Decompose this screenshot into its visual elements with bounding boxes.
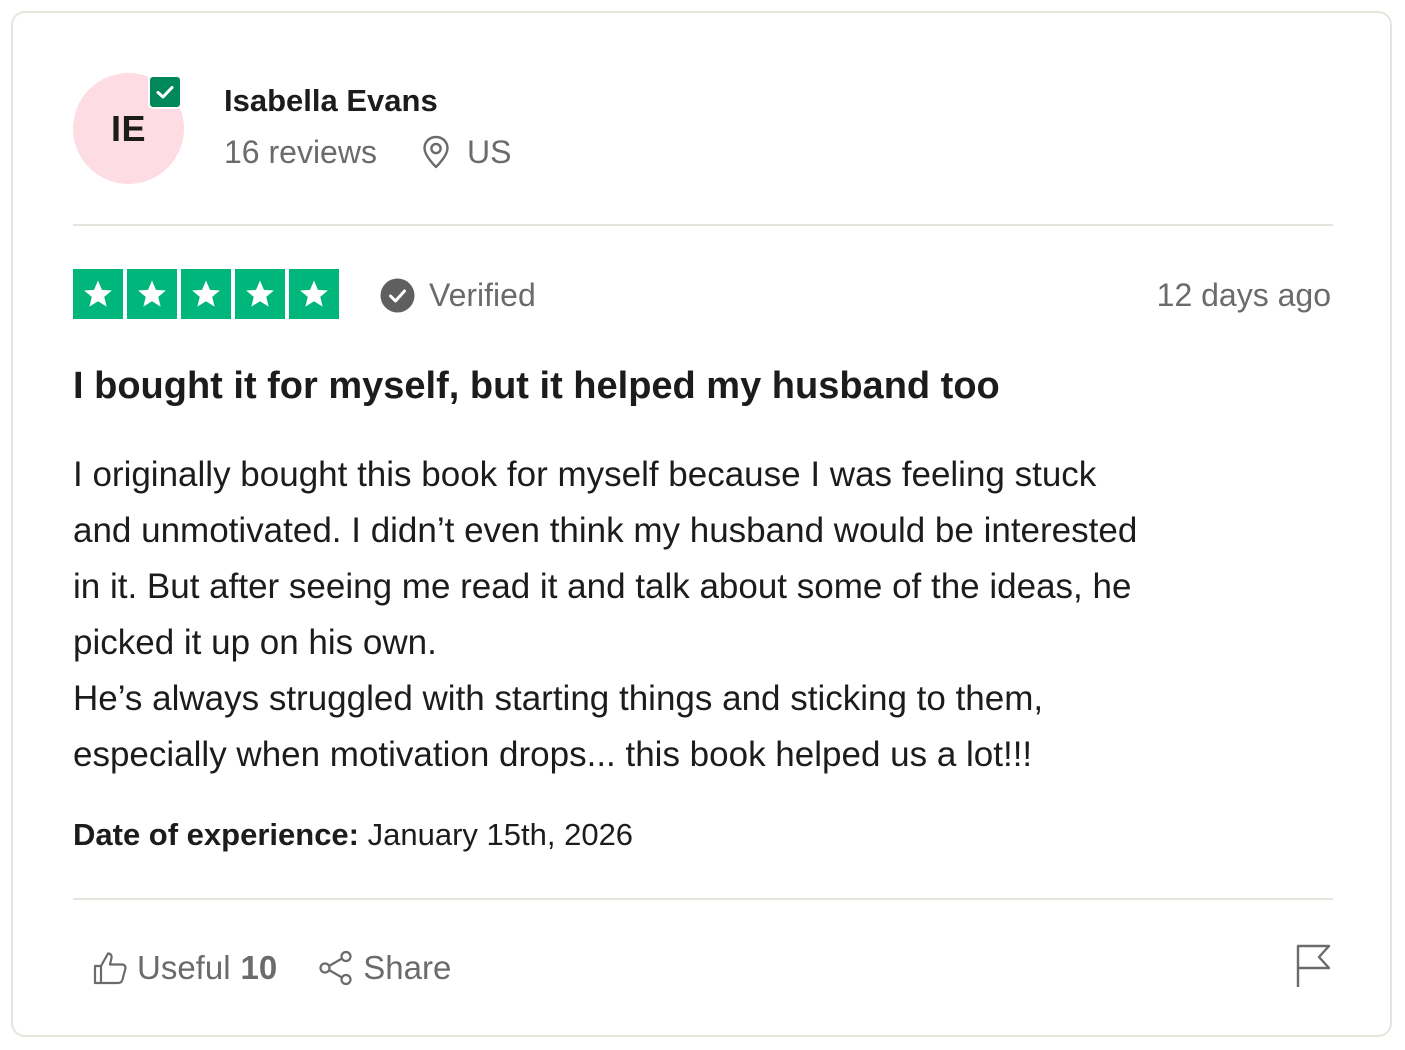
star-rating	[73, 269, 339, 319]
useful-count: 10	[240, 949, 278, 986]
star-icon	[300, 280, 328, 307]
verified-label[interactable]: Verified	[380, 275, 536, 315]
review-card-content: IE Isabella Evans 16 reviews US Verified…	[73, 13, 1333, 1035]
share-button[interactable]: Share	[317, 949, 451, 987]
header-divider	[73, 224, 1333, 226]
flag-icon	[1296, 944, 1331, 987]
check-circle-icon	[380, 278, 415, 312]
star	[289, 269, 339, 319]
star-icon	[138, 280, 166, 307]
reviewer-name[interactable]: Isabella Evans	[224, 83, 438, 119]
reviewer-meta: 16 reviews US	[224, 132, 511, 172]
review-actions: Useful 10 Share	[91, 944, 451, 992]
review-body-line: He’s always struggled with starting thin…	[73, 679, 1044, 718]
avatar[interactable]: IE	[73, 73, 184, 184]
useful-button[interactable]: Useful 10	[91, 949, 277, 987]
review-title[interactable]: I bought it for myself, but it helped my…	[73, 365, 1343, 408]
review-body-line: especially when motivation drops... this…	[73, 735, 1033, 774]
useful-label: Useful	[137, 949, 231, 986]
thumbs-up-icon	[93, 952, 127, 985]
review-card: IE Isabella Evans 16 reviews US Verified…	[11, 11, 1392, 1037]
star-icon	[246, 280, 274, 307]
footer-divider	[73, 898, 1333, 900]
date-of-experience-value: January 15th, 2026	[367, 817, 634, 852]
review-posted-date: 12 days ago	[1156, 277, 1331, 313]
date-of-experience-label: Date of experience:	[73, 817, 359, 852]
review-body-line: picked it up on his own.	[73, 623, 437, 662]
star	[235, 269, 285, 319]
star-icon	[192, 280, 220, 307]
star	[73, 269, 123, 319]
share-label: Share	[363, 949, 452, 986]
star-icon	[84, 280, 112, 307]
star	[127, 269, 177, 319]
date-of-experience: Date of experience: January 15th, 2026	[73, 817, 633, 853]
share-icon	[319, 950, 352, 986]
review-body-line: and unmotivated. I didn’t even think my …	[73, 511, 1138, 550]
review-body-line: in it. But after seeing me read it and t…	[73, 567, 1132, 606]
review-body: I originally bought this book for myself…	[73, 447, 1345, 783]
reviewer-country: US	[466, 133, 512, 170]
review-body-line: I originally bought this book for myself…	[73, 455, 1097, 494]
report-button[interactable]	[1293, 943, 1333, 989]
location-pin-icon	[423, 135, 449, 169]
reviews-count: 16 reviews	[224, 133, 377, 170]
star	[181, 269, 231, 319]
verified-text: Verified	[429, 276, 536, 313]
verified-check-icon	[148, 75, 182, 109]
